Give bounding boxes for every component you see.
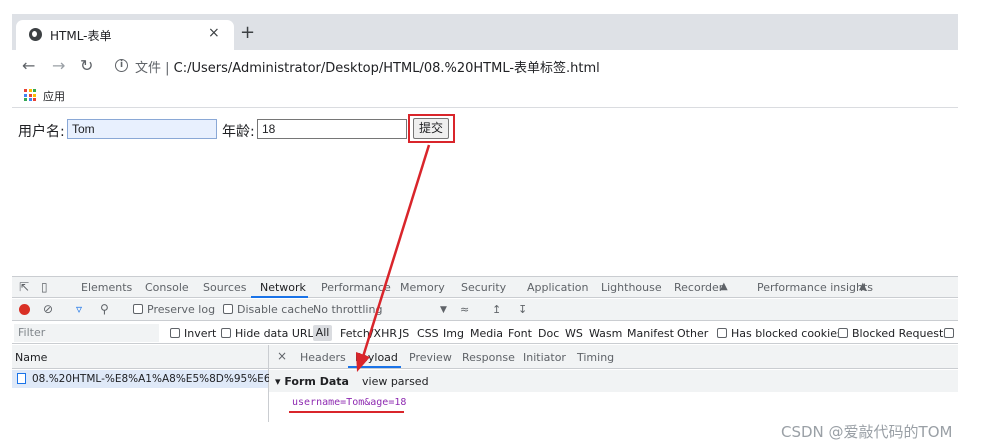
annotation-arrow bbox=[356, 144, 431, 372]
arrow-shaft bbox=[360, 144, 431, 361]
arrow-head bbox=[356, 352, 370, 372]
